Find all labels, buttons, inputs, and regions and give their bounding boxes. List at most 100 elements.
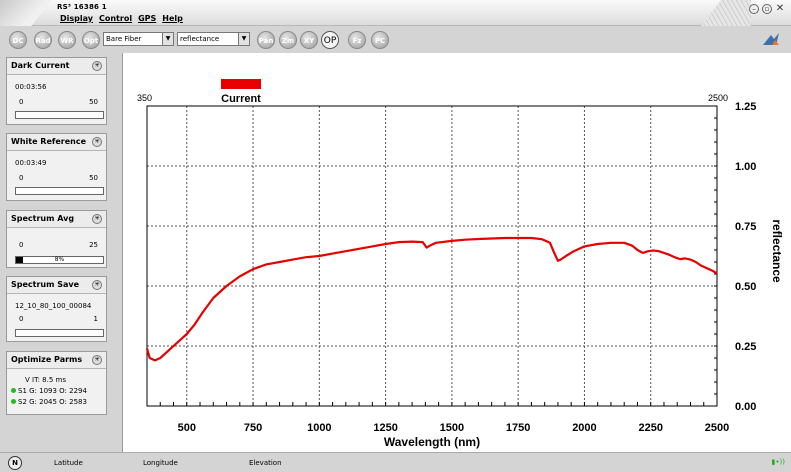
x-axis: 500 750 1000 1250 1500 1750 2000 2250 2500 — [159, 402, 729, 434]
y-tick-label: 0.50 — [735, 281, 756, 293]
chevron-down-icon[interactable]: ▼ — [238, 33, 249, 45]
spectrum-plot[interactable]: 500 750 1000 1250 1500 1750 2000 2250 2500 0.00 0… — [123, 53, 791, 452]
x-tick-label: 2250 — [638, 422, 662, 434]
title-bar: RS³ 16386 1 Display Control GPS Help – ▫… — [0, 0, 791, 26]
integration-time: V IT: 8.5 ms — [25, 376, 66, 384]
x-tick-label: 1500 — [440, 422, 464, 434]
s2-gain-offset: S2 G: 2045 O: 2583 — [11, 398, 87, 406]
progress-max: 50 — [89, 98, 98, 106]
panel-title: Optimize Parms — [11, 355, 83, 364]
toolbar: DC Rad WR Opt Bare Fiber ▼ reflectance ▼… — [0, 27, 791, 51]
x-range-right-label: 2500 — [708, 93, 728, 103]
elevation-label: Elevation — [249, 459, 282, 467]
y-tick-label: 1.25 — [735, 101, 756, 113]
y-axis: 0.00 0.25 0.50 0.75 1.00 1.25 — [714, 101, 756, 413]
x-tick-label: 2000 — [572, 422, 596, 434]
status-ok-icon — [11, 399, 16, 404]
settings-icon[interactable]: ✳ — [92, 137, 102, 147]
status-bar: N Latitude Longitude Elevation ▮•)) — [0, 452, 791, 472]
app-logo-icon — [763, 33, 779, 45]
minimize-icon[interactable]: – — [749, 4, 759, 14]
x-tick-label: 500 — [178, 422, 196, 434]
panel-header: White Reference ✳ — [7, 134, 106, 151]
panel-header: Spectrum Save ✳ — [7, 277, 106, 294]
maximize-icon[interactable]: ▫ — [762, 4, 772, 14]
mode-select[interactable]: reflectance ▼ — [177, 32, 250, 46]
settings-icon[interactable]: ✳ — [92, 61, 102, 71]
xy-button[interactable]: XY — [300, 31, 318, 49]
progress-min: 0 — [19, 98, 24, 106]
battery-signal-icon: ▮•)) — [771, 458, 785, 466]
wr-button[interactable]: WR — [58, 31, 76, 49]
opt-button[interactable]: Opt — [82, 31, 100, 49]
menu-bar: Display Control GPS Help — [60, 14, 183, 23]
y-axis-label: reflectance — [770, 219, 784, 283]
x-tick-label: 750 — [244, 422, 262, 434]
panel-title: Dark Current — [11, 61, 70, 70]
x-tick-label: 1250 — [373, 422, 397, 434]
series-current-line — [145, 236, 718, 362]
panel-header: Spectrum Avg ✳ — [7, 211, 106, 228]
progress-min: 0 — [19, 174, 24, 182]
spectrum-save-progress — [15, 329, 104, 337]
white-reference-panel: White Reference ✳ 00:03:49 0 50 — [6, 133, 107, 201]
zoom-button[interactable]: Zm — [279, 31, 297, 49]
panel-header: Dark Current ✳ — [7, 58, 106, 75]
progress-min: 0 — [19, 315, 24, 323]
dark-current-time: 00:03:56 — [15, 83, 47, 91]
dc-button[interactable]: DC — [9, 31, 27, 49]
y-tick-label: 1.00 — [735, 161, 756, 173]
spectrum-file-name: 12_10_80_100_00084 — [15, 302, 92, 310]
progress-min: 0 — [19, 241, 24, 249]
window-controls: – ▫ ✕ — [749, 4, 785, 14]
pan-button[interactable]: Pan — [257, 31, 275, 49]
x-tick-label: 1750 — [506, 422, 530, 434]
legend-swatch — [221, 79, 261, 89]
x-range-left-label: 350 — [137, 93, 152, 103]
title-bar-grip[interactable] — [701, 0, 751, 26]
close-icon[interactable]: ✕ — [775, 4, 785, 14]
panel-title: Spectrum Save — [11, 280, 80, 289]
op-button[interactable]: OP — [321, 31, 339, 49]
dark-current-panel: Dark Current ✳ 00:03:56 0 50 — [6, 57, 107, 125]
chevron-down-icon[interactable]: ▼ — [162, 33, 173, 45]
panel-header: Optimize Parms ✳ — [7, 352, 106, 369]
spectrum-chart[interactable]: 500 750 1000 1250 1500 1750 2000 2250 2500 0.00 0… — [122, 53, 791, 452]
plot-area — [146, 105, 718, 407]
menu-display[interactable]: Display — [60, 14, 93, 23]
fiber-select[interactable]: Bare Fiber ▼ — [103, 32, 174, 46]
legend-label: Current — [221, 93, 261, 105]
settings-icon[interactable]: ✳ — [92, 280, 102, 290]
progress-max: 25 — [89, 241, 98, 249]
spectrum-save-panel: Spectrum Save ✳ 12_10_80_100_00084 0 1 — [6, 276, 107, 342]
title-bar-corner — [0, 0, 52, 26]
longitude-label: Longitude — [143, 459, 178, 467]
pc-button[interactable]: PC — [371, 31, 389, 49]
y-tick-label: 0.75 — [735, 221, 756, 233]
progress-max: 1 — [93, 315, 98, 323]
panel-title: White Reference — [11, 137, 87, 146]
y-tick-label: 0.00 — [735, 401, 756, 413]
optimize-parms-panel: Optimize Parms ✳ V IT: 8.5 ms S1 G: 1093… — [6, 351, 107, 415]
s2-values: S2 G: 2045 O: 2583 — [18, 398, 87, 406]
x-axis-label: Wavelength (nm) — [384, 435, 480, 449]
status-ok-icon — [11, 388, 16, 393]
menu-gps[interactable]: GPS — [138, 14, 156, 23]
progress-max: 50 — [89, 174, 98, 182]
app-title: RS³ 16386 1 — [57, 3, 107, 11]
settings-icon[interactable]: ✳ — [92, 214, 102, 224]
menu-control[interactable]: Control — [99, 14, 132, 23]
mode-select-value: reflectance — [180, 35, 220, 43]
menu-help[interactable]: Help — [162, 14, 183, 23]
spectrum-avg-panel: Spectrum Avg ✳ 0 25 8% — [6, 210, 107, 268]
spectrum-avg-progress: 8% — [15, 256, 104, 264]
fz-button[interactable]: Fz — [348, 31, 366, 49]
grid — [147, 106, 717, 406]
s1-gain-offset: S1 G: 1093 O: 2294 — [11, 387, 87, 395]
rad-button[interactable]: Rad — [34, 31, 52, 49]
s1-values: S1 G: 1093 O: 2294 — [18, 387, 87, 395]
x-tick-label: 1000 — [307, 422, 331, 434]
settings-icon[interactable]: ✳ — [92, 355, 102, 365]
gps-icon[interactable]: N — [8, 456, 22, 470]
fiber-select-value: Bare Fiber — [106, 35, 142, 43]
